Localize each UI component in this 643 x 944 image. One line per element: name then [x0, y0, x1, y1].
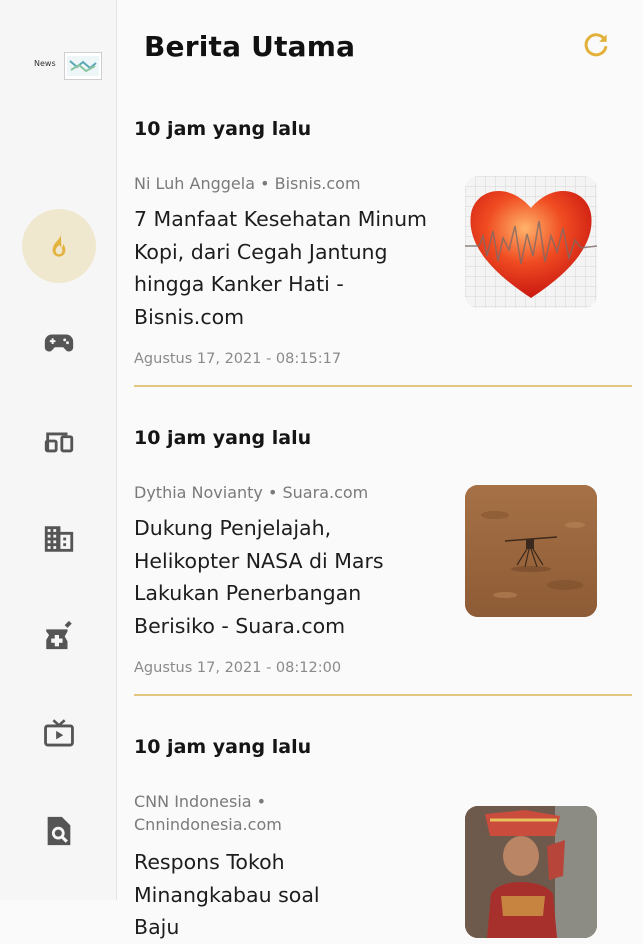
fire-icon	[52, 231, 66, 257]
sidebar-item-health[interactable]	[22, 598, 96, 672]
sidebar-item-science[interactable]	[22, 794, 96, 868]
article-thumbnail[interactable]	[465, 806, 597, 938]
sidebar: News	[0, 0, 117, 900]
heart-image	[465, 176, 597, 308]
article-time-ago: 10 jam yang lalu	[134, 427, 312, 449]
page-title: Berita Utama	[144, 30, 356, 63]
sidebar-item-entertainment[interactable]	[22, 696, 96, 770]
refresh-icon	[584, 33, 608, 57]
mars-helicopter-image	[465, 485, 597, 617]
article-time-ago: 10 jam yang lalu	[134, 118, 312, 140]
article-source: Dythia Novianty • Suara.com	[134, 483, 369, 502]
sidebar-item-games[interactable]	[22, 306, 96, 380]
article-headline[interactable]: Respons Tokoh Minangkabau soal Baju	[134, 846, 334, 944]
divider	[134, 385, 632, 387]
logo-image	[64, 52, 102, 80]
sidebar-item-technology[interactable]	[22, 404, 96, 478]
devices-icon	[44, 432, 74, 453]
article-date: Agustus 17, 2021 - 08:15:17	[134, 351, 342, 367]
article-headline[interactable]: 7 Manfaat Kesehatan Minum Kopi, dari Ceg…	[134, 203, 439, 333]
article-thumbnail[interactable]	[465, 176, 597, 308]
article-time-ago: 10 jam yang lalu	[134, 736, 312, 758]
search-document-icon	[47, 816, 71, 846]
article-thumbnail[interactable]	[465, 485, 597, 617]
news-article[interactable]: 10 jam yang lalu CNN Indonesia • Cnnindo…	[134, 736, 632, 939]
sidebar-item-business[interactable]	[22, 502, 96, 576]
main-content: Berita Utama 10 jam yang lalu Ni Luh Ang…	[117, 0, 643, 939]
building-icon	[44, 526, 74, 552]
sidebar-item-trending[interactable]	[22, 209, 96, 283]
app-logo: News	[34, 50, 104, 82]
article-source: CNN Indonesia • Cnnindonesia.com	[134, 792, 282, 834]
refresh-button[interactable]	[579, 28, 613, 62]
article-headline[interactable]: Dukung Penjelajah, Helikopter NASA di Ma…	[134, 512, 439, 642]
gamepad-icon	[44, 334, 74, 352]
article-source: Ni Luh Anggela • Bisnis.com	[134, 174, 361, 193]
article-date: Agustus 17, 2021 - 08:12:00	[134, 660, 342, 676]
medical-icon	[46, 620, 72, 650]
tv-icon	[44, 719, 74, 747]
news-article[interactable]: 10 jam yang lalu Dythia Novianty • Suara…	[134, 427, 632, 699]
minangkabau-portrait-image	[465, 806, 597, 938]
news-article[interactable]: 10 jam yang lalu Ni Luh Anggela • Bisnis…	[134, 118, 632, 390]
divider	[134, 694, 632, 696]
logo-text: News	[34, 59, 56, 68]
